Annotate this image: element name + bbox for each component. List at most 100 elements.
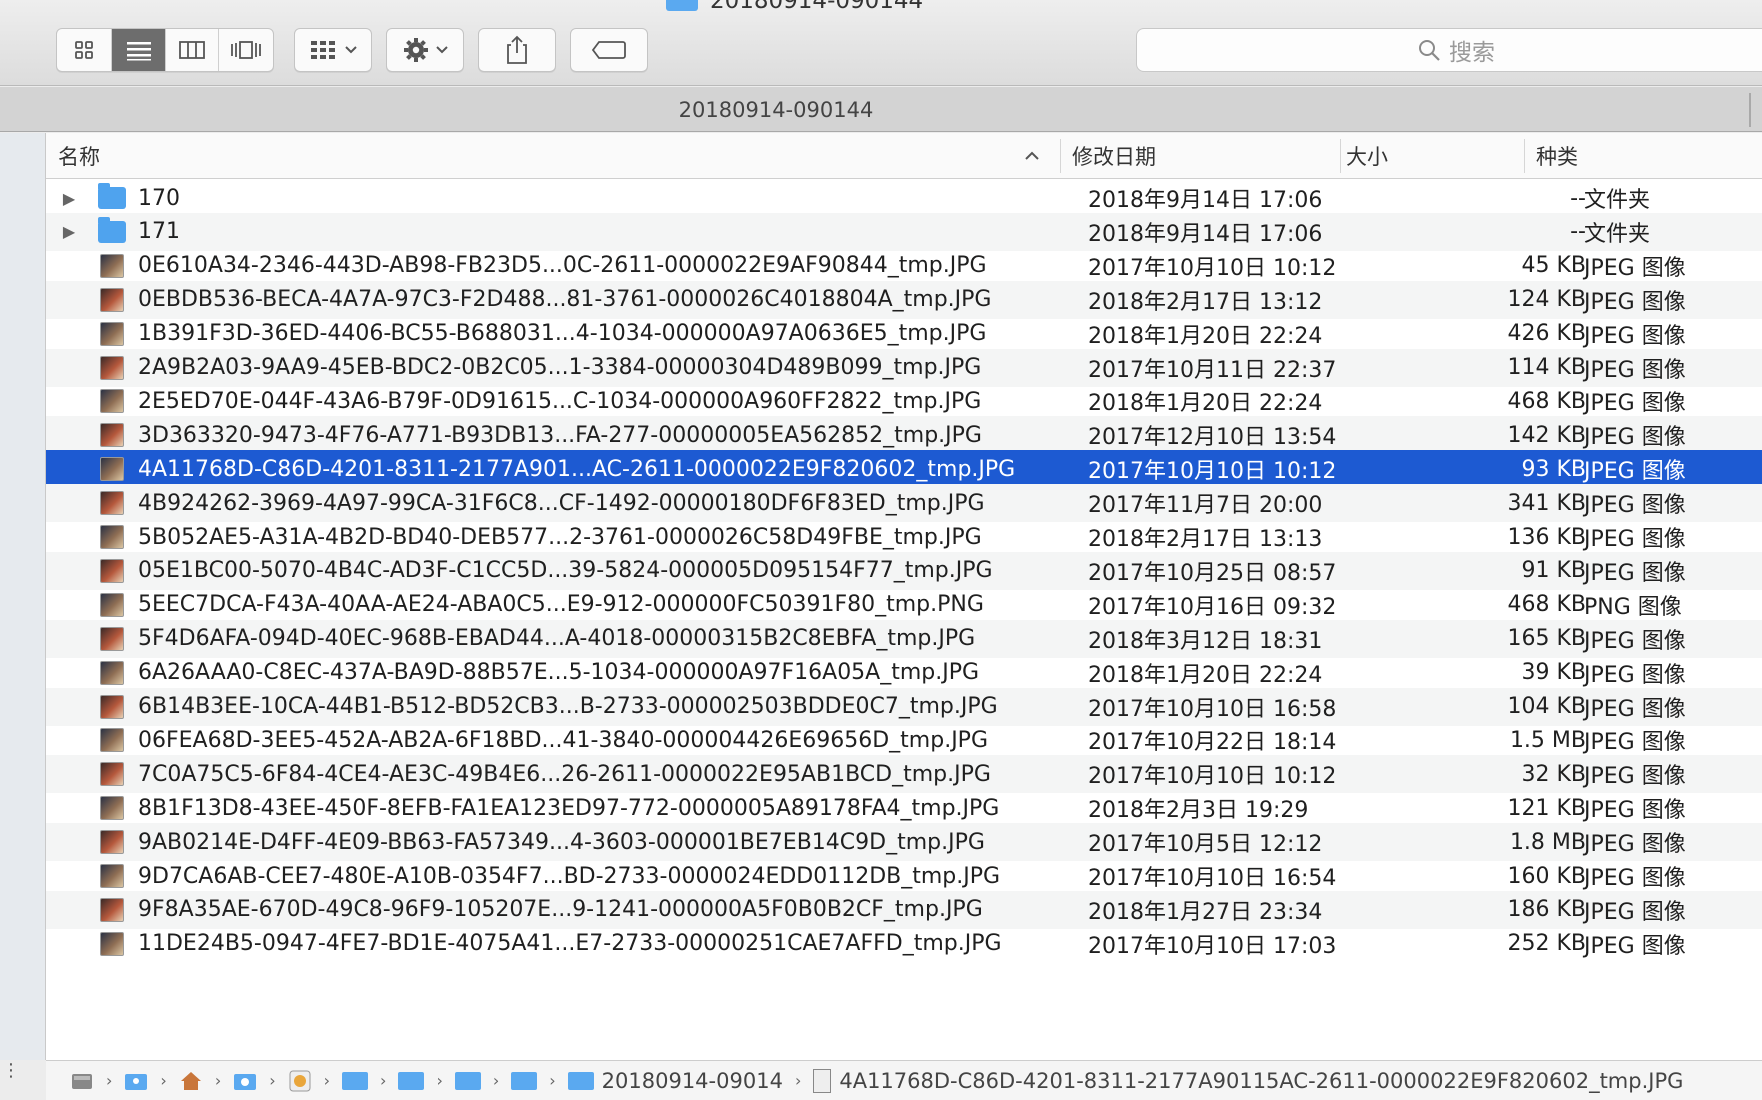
column-divider[interactable] bbox=[1340, 139, 1341, 173]
cover-flow-icon bbox=[231, 41, 262, 59]
file-row[interactable]: 1B391F3D-36ED-4406-BC55-B688031...4-1034… bbox=[46, 315, 1762, 353]
modified-date: 2017年10月11日 22:37 bbox=[1088, 357, 1337, 383]
tab-divider bbox=[1749, 93, 1751, 127]
modified-date: 2018年2月3日 19:29 bbox=[1088, 798, 1309, 824]
image-thumbnail-icon bbox=[98, 281, 126, 319]
file-size: 341 KB bbox=[1507, 490, 1586, 516]
column-size-header[interactable]: 大小 bbox=[1346, 133, 1388, 179]
file-size: -- bbox=[1570, 219, 1586, 245]
path-current-folder[interactable]: 20180914-09014 bbox=[567, 1068, 783, 1093]
file-name: 0EBDB536-BECA-4A7A-97C3-F2D488...81-3761… bbox=[138, 287, 992, 313]
file-row[interactable]: 5B052AE5-A31A-4B2D-BD40-DEB577...2-3761-… bbox=[46, 518, 1762, 556]
sidebar: ⋮ bbox=[0, 133, 46, 1081]
path-home[interactable] bbox=[179, 1070, 203, 1092]
folder-icon bbox=[567, 1071, 594, 1090]
file-size: 32 KB bbox=[1521, 761, 1586, 787]
action-menu-button[interactable] bbox=[386, 28, 464, 72]
path-folder-3[interactable] bbox=[454, 1071, 481, 1090]
modified-date: 2017年10月5日 12:12 bbox=[1088, 832, 1323, 858]
file-row[interactable]: 9D7CA6AB-CEE7-480E-A10B-0354F7...BD-2733… bbox=[46, 857, 1762, 895]
users-folder-icon bbox=[125, 1073, 148, 1090]
path-users[interactable] bbox=[124, 1071, 148, 1091]
file-size: 186 KB bbox=[1507, 897, 1586, 923]
file-row[interactable]: 9F8A35AE-670D-49C8-96F9-105207E...9-1241… bbox=[46, 890, 1762, 929]
chevron-right-icon: › bbox=[323, 1071, 331, 1090]
file-size: 121 KB bbox=[1507, 795, 1586, 821]
list-view-button[interactable] bbox=[112, 29, 166, 71]
sort-ascending-icon[interactable] bbox=[1024, 133, 1040, 179]
action-menu-inner bbox=[387, 29, 463, 71]
file-row[interactable]: 0EBDB536-BECA-4A7A-97C3-F2D488...81-3761… bbox=[46, 280, 1762, 319]
path-selected-file[interactable]: 4A11768D-C86D-4201-8311-2177A90115AC-261… bbox=[813, 1068, 1683, 1093]
file-kind: JPEG 图像 bbox=[1584, 899, 1686, 925]
image-thumbnail-icon bbox=[98, 552, 126, 590]
file-row[interactable]: 6A26AAA0-C8EC-437A-BA9D-88B57E...5-1034-… bbox=[46, 654, 1762, 692]
file-size: 91 KB bbox=[1521, 558, 1586, 584]
gallery-view-button[interactable] bbox=[219, 29, 273, 71]
icon-view-button[interactable] bbox=[57, 29, 113, 71]
modified-date: 2017年10月10日 10:12 bbox=[1088, 255, 1337, 281]
file-kind: PNG 图像 bbox=[1584, 594, 1682, 620]
tab-current-folder[interactable]: 20180914-090144 bbox=[0, 87, 1552, 132]
path-folder-4[interactable] bbox=[511, 1071, 538, 1090]
file-kind: JPEG 图像 bbox=[1584, 832, 1686, 858]
folder-icon bbox=[454, 1071, 481, 1090]
file-name: 4A11768D-C86D-4201-8311-2177A901...AC-26… bbox=[138, 456, 1016, 482]
disclosure-triangle-icon[interactable]: ▶ bbox=[60, 213, 78, 251]
chevron-right-icon: › bbox=[160, 1071, 167, 1090]
file-name: 8B1F13D8-43EE-450F-8EFB-FA1EA123ED97-772… bbox=[138, 795, 1000, 821]
file-row[interactable]: 2A9B2A03-9AA9-45EB-BDC2-0B2C05...1-3384-… bbox=[46, 348, 1762, 387]
folder-row[interactable]: ▶ 171 2018年9月14日 17:06 -- 文件夹 bbox=[46, 212, 1762, 251]
gear-icon bbox=[404, 38, 428, 62]
path-disk[interactable] bbox=[70, 1070, 94, 1092]
column-divider[interactable] bbox=[1524, 139, 1525, 173]
folder-row[interactable]: ▶ 170 2018年9月14日 17:06 -- 文件夹 bbox=[46, 179, 1762, 217]
disclosure-triangle-icon[interactable]: ▶ bbox=[60, 179, 78, 217]
column-name-header[interactable]: 名称 bbox=[58, 133, 100, 179]
group-by-button[interactable] bbox=[294, 28, 372, 72]
image-thumbnail-icon bbox=[98, 518, 126, 556]
path-pictures[interactable] bbox=[233, 1071, 257, 1091]
chevron-down-icon bbox=[436, 46, 448, 54]
image-thumbnail-icon bbox=[98, 925, 126, 963]
file-name: 06FEA68D-3EE5-452A-AB2A-6F18BD...41-3840… bbox=[138, 727, 988, 753]
path-folder-2[interactable] bbox=[398, 1071, 425, 1090]
modified-date: 2018年1月20日 22:24 bbox=[1088, 323, 1323, 349]
column-divider[interactable] bbox=[1060, 139, 1061, 173]
file-row[interactable]: 11DE24B5-0947-4FE7-BD1E-4075A41...E7-273… bbox=[46, 925, 1762, 963]
file-row[interactable]: 5F4D6AFA-094D-40EC-968B-EBAD44...A-4018-… bbox=[46, 619, 1762, 658]
file-row[interactable]: 3D363320-9473-4F76-A771-B93DB13...FA-277… bbox=[46, 416, 1762, 455]
path-current-folder-label: 20180914-09014 bbox=[601, 1068, 783, 1093]
sidebar-resize-handle[interactable]: ⋮ bbox=[2, 1060, 20, 1081]
folder-icon bbox=[98, 179, 126, 217]
file-row[interactable]: 05E1BC00-5070-4B4C-AD3F-C1CC5D...39-5824… bbox=[46, 551, 1762, 590]
file-row[interactable]: 4A11768D-C86D-4201-8311-2177A901...AC-26… bbox=[46, 450, 1762, 489]
file-list: 名称 修改日期 大小 种类 ▶ 170 2018年9月14日 17:06 -- 文件夹 ▶… bbox=[46, 133, 1762, 1060]
file-kind: JPEG 图像 bbox=[1584, 391, 1686, 417]
path-folder-1[interactable] bbox=[342, 1071, 369, 1090]
file-row[interactable]: 0E610A34-2346-443D-AB98-FB23D5...0C-2611… bbox=[46, 247, 1762, 285]
file-name: 5EEC7DCA-F43A-40AA-AE24-ABA0C5...E9-912-… bbox=[138, 592, 984, 618]
column-kind-header[interactable]: 种类 bbox=[1536, 133, 1578, 179]
modified-date: 2018年1月20日 22:24 bbox=[1088, 662, 1323, 688]
file-row[interactable]: 06FEA68D-3EE5-452A-AB2A-6F18BD...41-3840… bbox=[46, 721, 1762, 759]
path-photos-library[interactable] bbox=[288, 1069, 312, 1093]
file-icon bbox=[813, 1068, 832, 1093]
file-row[interactable]: 8B1F13D8-43EE-450F-8EFB-FA1EA123ED97-772… bbox=[46, 789, 1762, 827]
group-grid-icon bbox=[311, 41, 335, 59]
file-row[interactable]: 5EEC7DCA-F43A-40AA-AE24-ABA0C5...E9-912-… bbox=[46, 586, 1762, 624]
file-row[interactable]: 6B14B3EE-10CA-44B1-B512-BD52CB3...B-2733… bbox=[46, 687, 1762, 726]
file-row[interactable]: 2E5ED70E-044F-43A6-B79F-0D91615...C-1034… bbox=[46, 382, 1762, 420]
share-button[interactable] bbox=[478, 28, 556, 72]
tag-button[interactable] bbox=[570, 28, 648, 72]
column-view-button[interactable] bbox=[166, 29, 220, 71]
file-name: 1B391F3D-36ED-4406-BC55-B688031...4-1034… bbox=[138, 321, 987, 347]
file-row[interactable]: 7C0A75C5-6F84-4CE4-AE3C-49B4E6...26-2611… bbox=[46, 755, 1762, 794]
column-date-header[interactable]: 修改日期 bbox=[1072, 133, 1156, 179]
modified-date: 2017年10月10日 10:12 bbox=[1088, 764, 1337, 790]
image-thumbnail-icon bbox=[98, 654, 126, 692]
file-row[interactable]: 9AB0214E-D4FF-4E09-BB63-FA57349...4-3603… bbox=[46, 823, 1762, 862]
search-field[interactable]: 搜索 bbox=[1136, 28, 1762, 72]
columns-icon bbox=[179, 41, 206, 59]
file-row[interactable]: 4B924262-3969-4A97-99CA-31F6C8...CF-1492… bbox=[46, 484, 1762, 523]
